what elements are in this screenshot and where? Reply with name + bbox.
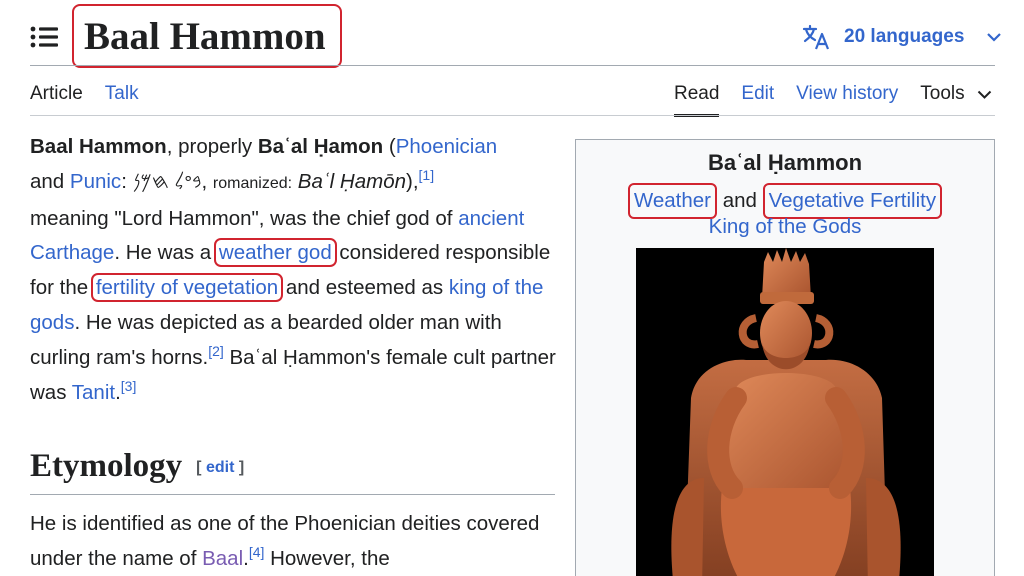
infobox-link-weather[interactable]: Weather: [627, 183, 717, 219]
text: . He was a: [114, 241, 217, 265]
proper-name: Baʿal Ḥamon: [257, 135, 384, 158]
lead-paragraph: Baal Hammon, properly Baʿal Ḥamon (Phoen…: [30, 135, 556, 404]
section-edit-control: [ edit ]: [196, 459, 244, 476]
link-weather-god[interactable]: weather god: [213, 238, 337, 268]
tools-label: Tools: [920, 83, 965, 104]
infobox-link-vegetative-fertility[interactable]: Vegetative Fertility: [762, 183, 943, 219]
section-edit-link[interactable]: edit: [206, 459, 234, 476]
tabs-divider: [30, 115, 995, 116]
bracket: ]: [234, 459, 245, 476]
phoenician-script-text: 𐤁𐤏𐤋 𐤇𐤌𐤍: [132, 169, 202, 193]
tab-talk[interactable]: Talk: [105, 83, 139, 115]
infobox-image[interactable]: [636, 248, 934, 576]
text: ),: [406, 169, 419, 193]
text: :: [121, 169, 133, 193]
infobox-domains: Weather and Vegetative Fertility: [576, 183, 994, 219]
header-divider: [30, 65, 995, 66]
languages-button[interactable]: 20 languages: [802, 22, 1002, 52]
reference-4[interactable]: [4]: [249, 544, 265, 560]
bracket: [: [196, 459, 206, 476]
namespace-tabs: Article Talk: [30, 83, 161, 115]
terracotta-statue-image: [636, 248, 934, 576]
infobox: Baʿal Ḥammon Weather and Vegetative Fert…: [575, 139, 995, 576]
infobox-subtitle: King of the Gods: [576, 215, 994, 239]
text: meaning "Lord Hammon", was the chief god…: [30, 206, 459, 230]
text: and esteemed as: [280, 276, 449, 300]
romanized-value: Baʿl Ḥamōn: [297, 169, 407, 193]
text: (: [383, 135, 396, 158]
tools-menu-button[interactable]: Tools: [920, 83, 991, 115]
infobox-link-king-of-the-gods[interactable]: King of the Gods: [709, 215, 862, 238]
reference-1[interactable]: [1]: [419, 167, 435, 183]
link-fertility-of-vegetation[interactable]: fertility of vegetation: [90, 273, 284, 303]
and-text: and: [722, 189, 757, 212]
text: , properly: [166, 135, 258, 158]
chevron-down-icon: [987, 33, 1002, 42]
hamburger-menu-icon[interactable]: [30, 25, 58, 49]
translate-icon: [802, 24, 830, 50]
section-divider: [30, 494, 555, 495]
link-tanit[interactable]: Tanit: [72, 381, 115, 404]
link-phoenician[interactable]: Phoenician: [396, 135, 497, 158]
languages-label: 20 languages: [844, 26, 965, 47]
view-tabs: Read Edit View history Tools: [674, 83, 992, 117]
text: However, the: [264, 546, 390, 570]
infobox-title: Baʿal Ḥammon: [707, 150, 863, 175]
tab-view-history[interactable]: View history: [796, 83, 898, 115]
article-subject: Baal Hammon: [30, 135, 167, 158]
section-heading-etymology: Etymology [ edit ]: [30, 448, 244, 485]
link-baal[interactable]: Baal: [202, 547, 243, 570]
page-title: Baal Hammon: [84, 15, 326, 58]
etymology-paragraph: He is identified as one of the Phoenicia…: [30, 507, 565, 576]
reference-2[interactable]: [2]: [208, 343, 224, 359]
link-punic[interactable]: Punic: [70, 170, 121, 193]
reference-3[interactable]: [3]: [121, 378, 137, 394]
romanized-label: romanized:: [212, 174, 293, 192]
text: and: [30, 169, 70, 193]
section-title: Etymology: [30, 448, 183, 484]
chevron-down-icon: [977, 90, 991, 99]
tab-article[interactable]: Article: [30, 83, 83, 115]
tab-read[interactable]: Read: [674, 83, 720, 117]
tab-edit[interactable]: Edit: [741, 83, 774, 115]
